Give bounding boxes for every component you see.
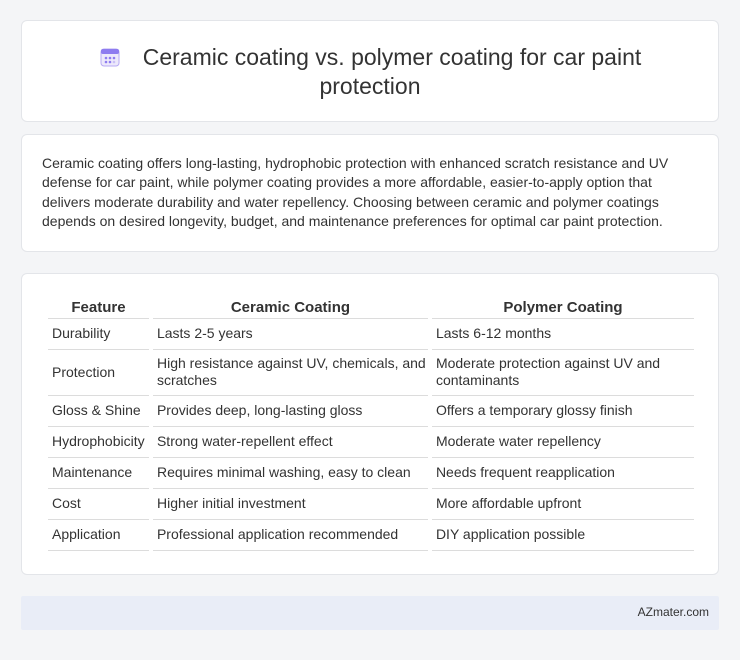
page-title: Ceramic coating vs. polymer coating for …: [142, 44, 642, 99]
summary-text: Ceramic coating offers long-lasting, hyd…: [42, 155, 669, 229]
header-polymer: Polymer Coating: [431, 294, 694, 319]
ceramic-cell: High resistance against UV, chemicals, a…: [152, 350, 428, 396]
feature-cell: Hydrophobicity: [48, 427, 149, 458]
table-row: Gloss & Shine Provides deep, long-lastin…: [48, 396, 694, 427]
ceramic-cell: Professional application recommended: [152, 520, 428, 551]
ceramic-cell: Provides deep, long-lasting gloss: [152, 396, 428, 427]
polymer-cell: Needs frequent reapplication: [431, 458, 694, 489]
ceramic-cell: Lasts 2-5 years: [152, 319, 428, 350]
feature-cell: Maintenance: [48, 458, 149, 489]
summary-card: Ceramic coating offers long-lasting, hyd…: [21, 134, 719, 252]
ceramic-cell: Higher initial investment: [152, 489, 428, 520]
table-row: Cost Higher initial investment More affo…: [48, 489, 694, 520]
title-card: Ceramic coating vs. polymer coating for …: [21, 20, 719, 122]
polymer-cell: Offers a temporary glossy finish: [431, 396, 694, 427]
table-row: Maintenance Requires minimal washing, ea…: [48, 458, 694, 489]
comparison-table: Feature Ceramic Coating Polymer Coating …: [44, 294, 698, 551]
table-row: Application Professional application rec…: [48, 520, 694, 551]
feature-cell: Application: [48, 520, 149, 551]
ceramic-cell: Strong water-repellent effect: [152, 427, 428, 458]
polymer-cell: DIY application possible: [431, 520, 694, 551]
calendar-icon: [99, 46, 121, 68]
feature-cell: Protection: [48, 350, 149, 396]
polymer-cell: Moderate protection against UV and conta…: [431, 350, 694, 396]
polymer-cell: Lasts 6-12 months: [431, 319, 694, 350]
table-row: Hydrophobicity Strong water-repellent ef…: [48, 427, 694, 458]
header-feature: Feature: [48, 294, 149, 319]
feature-cell: Durability: [48, 319, 149, 350]
header-ceramic: Ceramic Coating: [152, 294, 428, 319]
ceramic-cell: Requires minimal washing, easy to clean: [152, 458, 428, 489]
footer-bar: AZmater.com: [21, 596, 719, 630]
polymer-cell: More affordable upfront: [431, 489, 694, 520]
table-header-row: Feature Ceramic Coating Polymer Coating: [48, 294, 694, 319]
feature-cell: Gloss & Shine: [48, 396, 149, 427]
footer-site-name: AZmater.com: [637, 605, 709, 619]
polymer-cell: Moderate water repellency: [431, 427, 694, 458]
table-row: Durability Lasts 2-5 years Lasts 6-12 mo…: [48, 319, 694, 350]
table-row: Protection High resistance against UV, c…: [48, 350, 694, 396]
comparison-table-card: Feature Ceramic Coating Polymer Coating …: [21, 273, 719, 575]
page-title-block: Ceramic coating vs. polymer coating for …: [22, 43, 718, 101]
feature-cell: Cost: [48, 489, 149, 520]
